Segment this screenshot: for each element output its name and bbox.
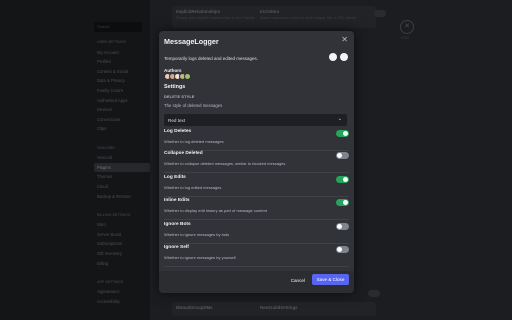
sidebar-item[interactable]: Themes <box>94 172 150 182</box>
plugin-card-title: IrcColors <box>260 9 280 14</box>
sidebar-item[interactable]: Subscriptions <box>94 239 150 249</box>
setting-row: Ignore Bots Whether to ignore messages by… <box>164 222 349 244</box>
setting-description: Whether to log edited messages <box>164 185 222 190</box>
delete-style-value: Red text <box>168 117 186 123</box>
sidebar-item <box>94 201 150 211</box>
setting-toggle[interactable] <box>336 199 349 206</box>
setting-toggle[interactable] <box>336 152 349 159</box>
sidebar-item[interactable]: Data & Privacy <box>94 76 150 86</box>
setting-toggle[interactable] <box>336 176 349 183</box>
plugin-card[interactable]: IrcColors Makes username colors in chat … <box>256 6 376 28</box>
website-icon[interactable] <box>329 53 337 61</box>
sidebar-item[interactable]: Authorised Apps <box>94 96 150 106</box>
sidebar-item[interactable]: Plugins <box>94 162 150 173</box>
setting-row: Log Deletes Whether to log deleted messag… <box>164 129 349 151</box>
plugin-card-title: NewGuildSettings <box>260 305 298 310</box>
setting-label: Ignore Self <box>164 245 189 250</box>
setting-label: Log Edits <box>164 175 186 180</box>
close-settings-icon[interactable]: ✕ <box>400 20 414 34</box>
sidebar-item <box>94 134 150 144</box>
setting-row: Inline Edits Whether to display edit hist… <box>164 198 349 220</box>
setting-description: Whether to display edit history as part … <box>164 208 267 213</box>
chevron-down-icon: ⌄ <box>337 116 342 122</box>
plugin-toggle[interactable] <box>368 290 380 297</box>
toggle-knob <box>343 177 348 182</box>
setting-toggle[interactable] <box>336 246 349 253</box>
sidebar-section-header: App Settings <box>97 279 124 284</box>
sidebar-item[interactable]: Backup & Restore <box>94 192 150 202</box>
cancel-button[interactable]: Cancel <box>291 278 305 283</box>
sidebar-item[interactable]: Content & Social <box>94 67 150 77</box>
sidebar-item[interactable]: Connections <box>94 115 150 125</box>
plugin-settings-modal: MessageLogger ✕ Temporarily logs deleted… <box>159 31 354 293</box>
plugin-description: Temporarily logs deleted and edited mess… <box>164 56 259 61</box>
sidebar-section-header: User Settings <box>97 40 126 44</box>
sidebar-item[interactable]: Server Boost <box>94 230 150 240</box>
delete-style-description: The style of deleted messages <box>164 103 223 108</box>
sidebar-nav: User Settings My Account Profiles Content &… <box>94 38 150 307</box>
sidebar-item[interactable]: Billing <box>94 259 150 269</box>
sidebar-item <box>94 268 150 278</box>
sidebar-item[interactable]: Nitro <box>94 220 150 230</box>
setting-row: Ignore Self Whether to ignore messages by… <box>164 245 349 267</box>
settings-heading: Settings <box>164 84 186 90</box>
setting-toggle[interactable] <box>336 130 349 137</box>
toggle-knob <box>337 153 342 158</box>
toggle-knob <box>343 131 348 136</box>
esc-label: ESC <box>401 35 410 40</box>
setting-description: Whether to log deleted messages <box>164 139 224 144</box>
toggle-knob <box>337 224 342 229</box>
sidebar-item[interactable]: Clips <box>94 124 150 134</box>
sidebar-item[interactable]: Devices <box>94 105 150 115</box>
setting-description: Whether to collapse deleted messages, si… <box>164 161 286 166</box>
setting-description: Whether to ignore messages by yourself <box>164 255 236 260</box>
setting-toggle[interactable] <box>336 223 349 230</box>
sidebar-item[interactable]: My Account <box>94 48 150 58</box>
modal-footer: Cancel Save & Close <box>159 271 354 293</box>
sidebar-section-header: Vencord <box>97 145 115 150</box>
plugin-toggle[interactable] <box>374 10 386 17</box>
setting-label: Inline Edits <box>164 198 190 203</box>
toggle-knob <box>337 247 342 252</box>
save-close-button[interactable]: Save & Close <box>312 274 349 285</box>
plugin-card-desc: Makes username colors in chat unique, li… <box>260 16 357 20</box>
sidebar-item[interactable]: Appearance <box>94 287 150 297</box>
search-input[interactable]: Search <box>94 22 142 32</box>
sidebar-item[interactable]: Profiles <box>94 57 150 67</box>
toggle-knob <box>343 200 348 205</box>
modal-title: MessageLogger <box>164 37 219 46</box>
sidebar-item[interactable]: Family Centre <box>94 86 150 96</box>
close-icon[interactable]: ✕ <box>341 36 348 44</box>
avatar[interactable] <box>184 73 191 80</box>
sidebar-item[interactable]: Cloud <box>94 182 150 192</box>
plugin-links <box>329 53 348 61</box>
plugin-card[interactable]: NewGuildSettings <box>256 302 376 316</box>
github-icon[interactable] <box>340 53 348 61</box>
settings-sidebar: Search User Settings My Account Profiles Co… <box>0 0 150 320</box>
sidebar-item[interactable]: Gift Inventory <box>94 249 150 259</box>
sidebar-section-header: Billing Settings <box>97 212 131 217</box>
delete-style-select[interactable]: Red text ⌄ <box>164 114 347 126</box>
modal-header: MessageLogger ✕ <box>159 31 354 49</box>
author-avatars <box>164 73 191 80</box>
sidebar-item[interactable]: Vencord <box>94 153 150 163</box>
setting-row: Log Edits Whether to log edited messages <box>164 175 349 197</box>
setting-row: Collapse Deleted Whether to collapse dele… <box>164 151 349 173</box>
delete-style-heading: DELETE STYLE <box>164 95 195 99</box>
setting-label: Collapse Deleted <box>164 151 203 156</box>
setting-label: Log Deletes <box>164 129 192 134</box>
setting-description: Whether to ignore messages by bots <box>164 232 230 237</box>
sidebar-item[interactable]: Accessibility <box>94 297 150 307</box>
setting-label: Ignore Bots <box>164 222 191 227</box>
